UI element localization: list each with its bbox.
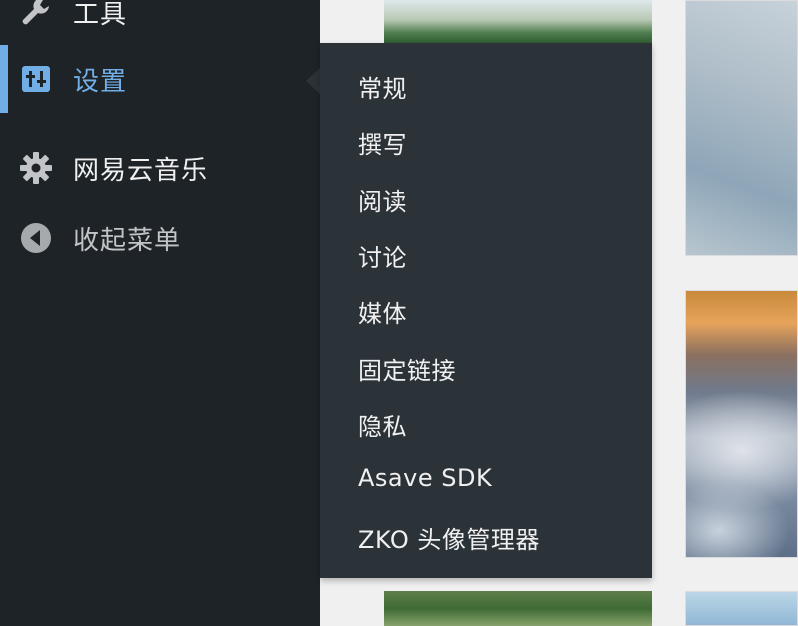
settings-sliders-icon (18, 61, 54, 97)
collapse-menu-button[interactable]: 收起菜单 (0, 204, 320, 272)
submenu-item-permalinks[interactable]: 固定链接 (358, 351, 456, 386)
submenu-item-general[interactable]: 常规 (358, 69, 407, 104)
wrench-icon (18, 0, 54, 30)
sidebar-item-settings[interactable]: 设置 (0, 45, 320, 113)
gear-icon (18, 150, 54, 186)
sidebar-item-label: 收起菜单 (73, 225, 182, 256)
media-thumbnail[interactable] (685, 290, 798, 558)
submenu-item-reading[interactable]: 阅读 (358, 182, 407, 217)
sidebar-item-tools[interactable]: 工具 (0, 0, 320, 46)
admin-screen: 工具 设置 网易云音乐 收起菜单 常规 撰写 阅读 讨论 媒体 固定链接 隐私 … (0, 0, 798, 626)
collapse-arrow-icon (18, 220, 54, 256)
sidebar-item-label: 设置 (73, 66, 128, 97)
submenu-item-media[interactable]: 媒体 (358, 294, 407, 329)
sidebar-item-label: 工具 (73, 0, 128, 30)
submenu-item-discussion[interactable]: 讨论 (358, 238, 407, 273)
media-thumbnail[interactable] (685, 591, 798, 626)
media-thumbnail[interactable] (685, 0, 798, 256)
sidebar-item-label: 网易云音乐 (73, 155, 209, 186)
sidebar-item-netease-music[interactable]: 网易云音乐 (0, 134, 320, 202)
media-thumbnail[interactable] (384, 0, 652, 44)
media-thumbnail[interactable] (384, 591, 652, 626)
admin-sidebar: 工具 设置 网易云音乐 收起菜单 (0, 0, 320, 626)
submenu-item-asave-sdk[interactable]: Asave SDK (358, 464, 492, 492)
submenu-item-zko-avatar-manager[interactable]: ZKO 头像管理器 (358, 520, 540, 555)
settings-submenu: 常规 撰写 阅读 讨论 媒体 固定链接 隐私 Asave SDK ZKO 头像管… (320, 43, 652, 578)
submenu-item-privacy[interactable]: 隐私 (358, 407, 407, 442)
submenu-item-writing[interactable]: 撰写 (358, 125, 407, 160)
active-indicator (0, 45, 8, 113)
